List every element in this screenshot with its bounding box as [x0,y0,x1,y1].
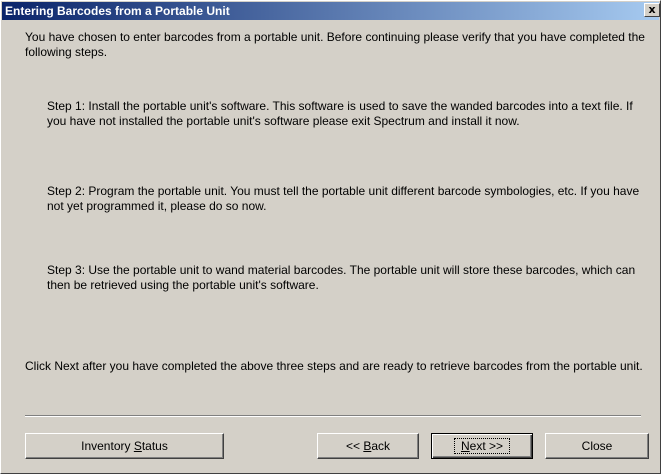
inventory-status-label: Inventory Status [81,439,168,453]
close-button[interactable]: Close [545,433,649,459]
step-2-text: Step 2: Program the portable unit. You m… [47,184,640,213]
next-label: Next >> [453,438,511,454]
back-label: << Back [345,439,391,453]
window-title: Entering Barcodes from a Portable Unit [5,4,230,18]
separator [25,415,641,417]
title-bar: Entering Barcodes from a Portable Unit x [2,2,660,20]
step-1-text: Step 1: Install the portable unit's soft… [47,99,633,128]
wizard-dialog: Entering Barcodes from a Portable Unit x… [0,0,661,474]
inventory-status-button[interactable]: Inventory Status [25,433,224,459]
step-3-text: Step 3: Use the portable unit to wand ma… [47,263,636,292]
closing-text: Click Next after you have completed the … [25,359,643,373]
close-window-button[interactable]: x [644,3,660,17]
close-label: Close [581,439,613,453]
next-button[interactable]: Next >> [431,433,533,459]
back-button[interactable]: << Back [317,433,419,459]
close-icon: x [648,3,656,16]
intro-text: You have chosen to enter barcodes from a… [25,30,645,59]
